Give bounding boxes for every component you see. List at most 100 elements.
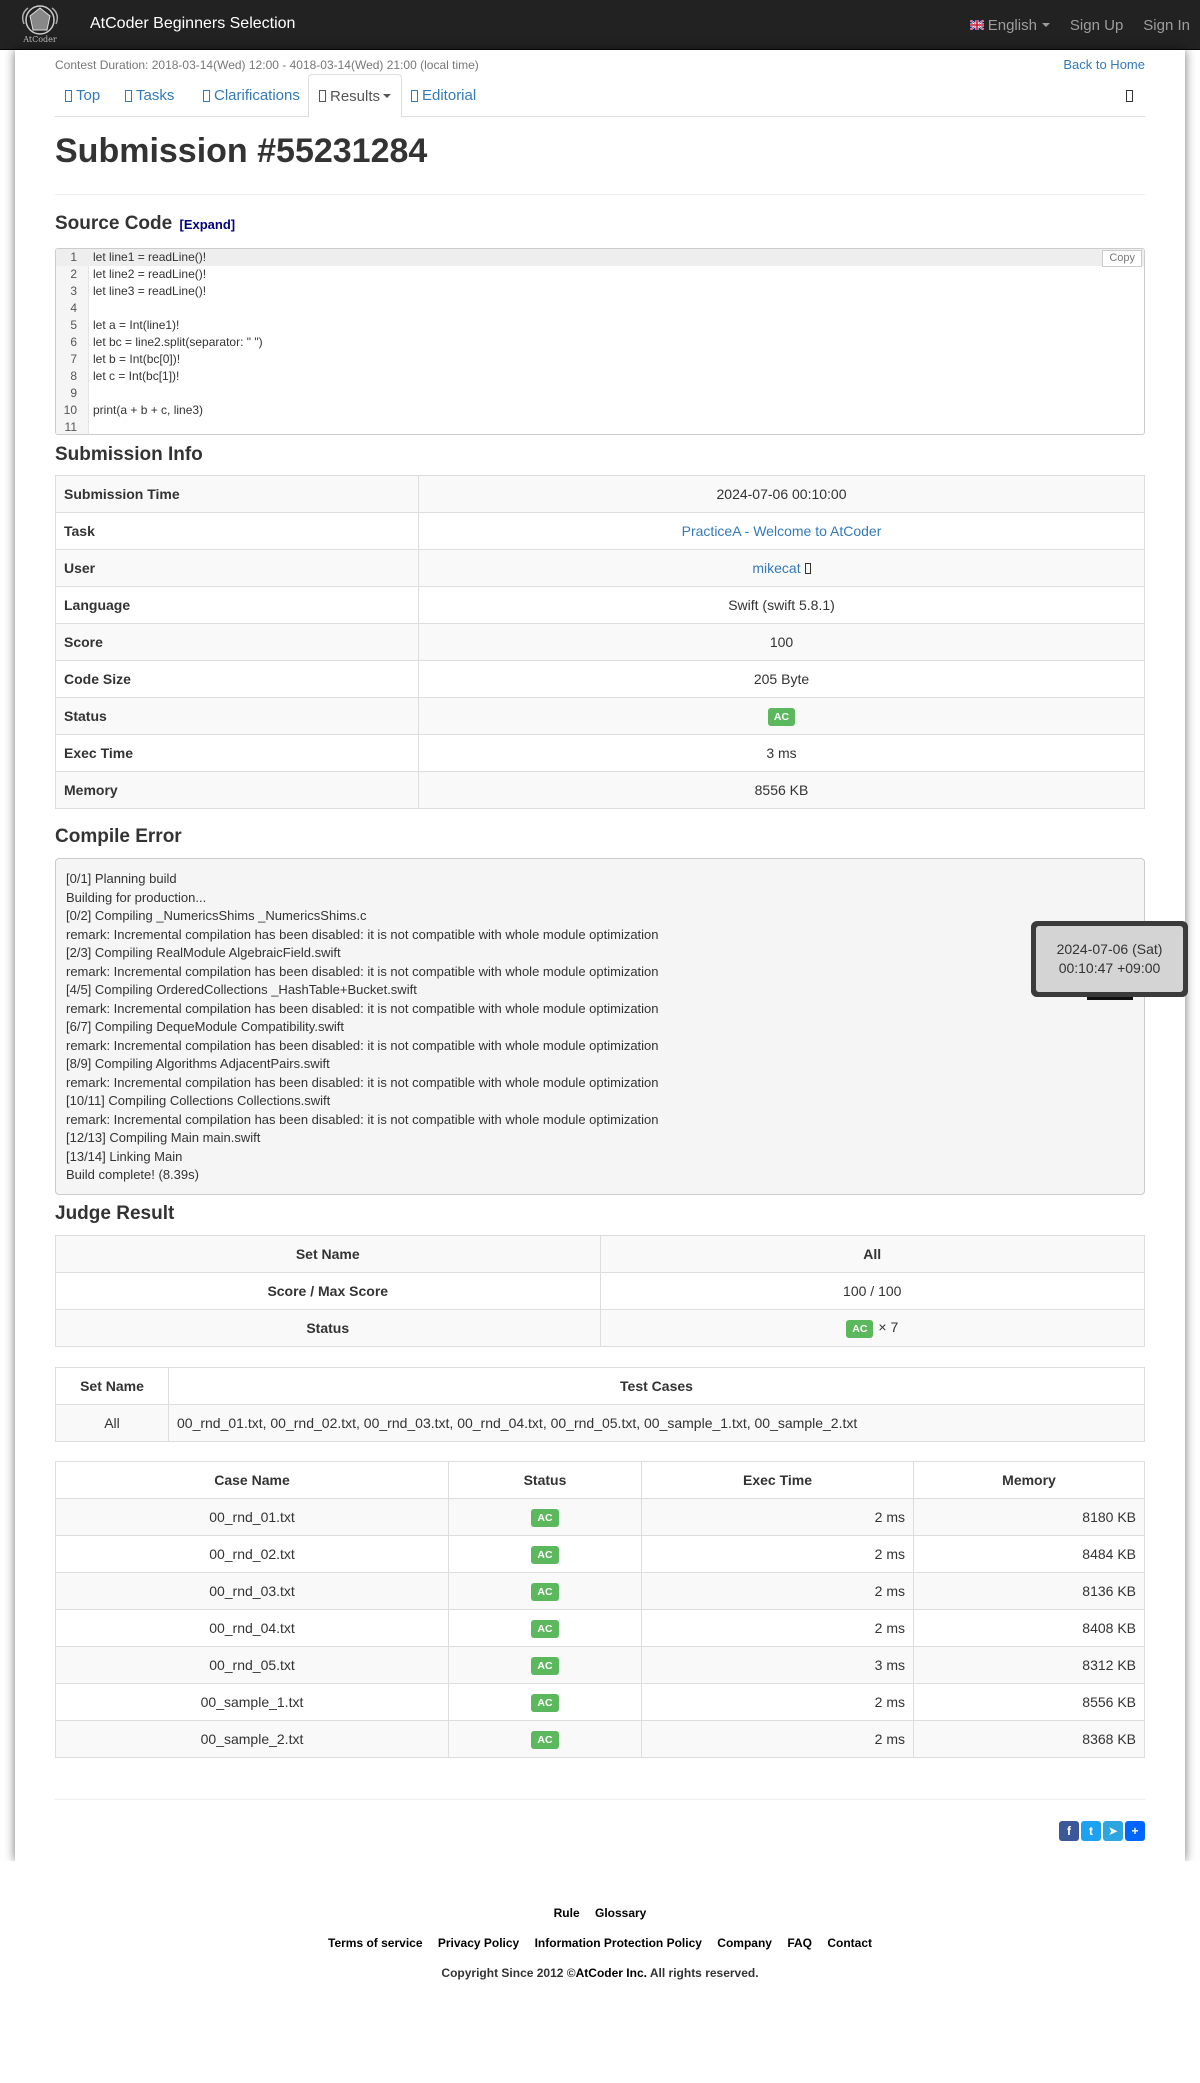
tab-results[interactable]: Results — [308, 74, 403, 118]
line-number: 2 — [70, 267, 77, 281]
language-dropdown[interactable]: English — [969, 17, 1050, 34]
case-status: AC — [448, 1646, 642, 1684]
tab-top[interactable]: Top — [55, 74, 110, 117]
case-status: AC — [448, 1609, 642, 1647]
case-status: AC — [448, 1535, 642, 1573]
judge-result-heading: Judge Result — [55, 1203, 175, 1224]
case-memory: 8484 KB — [913, 1535, 1145, 1573]
case-status: AC — [448, 1498, 642, 1536]
table-row: Exec Time 3 ms — [55, 734, 1145, 772]
tab-clarifications[interactable]: Clarifications — [193, 74, 310, 117]
task-link[interactable]: PracticeA - Welcome to AtCoder — [682, 523, 882, 539]
case-name: 00_rnd_03.txt — [55, 1572, 449, 1610]
copyright: Copyright Since 2012 ©AtCoder Inc. All r… — [0, 1966, 1200, 1980]
page-title: Submission #55231284 — [55, 132, 428, 170]
footer-link-glossary[interactable]: Glossary — [595, 1906, 646, 1920]
status-cell: AC × 7 — [599, 1309, 1145, 1347]
table-row: User mikecat — [55, 549, 1145, 587]
tab-editorial[interactable]: Editorial — [401, 74, 486, 117]
line-number: 11 — [64, 420, 77, 434]
column-header: Set Name — [55, 1367, 169, 1405]
footer-link-privacy[interactable]: Privacy Policy — [438, 1936, 519, 1950]
footer-link-company[interactable]: Company — [717, 1936, 772, 1950]
column-header: Exec Time — [641, 1461, 914, 1499]
status-badge: AC — [846, 1319, 874, 1338]
compile-line: [2/3] Compiling RealModule AlgebraicFiel… — [66, 945, 341, 960]
code-text: let c = Int(bc[1])! — [93, 369, 180, 383]
user-search-icon[interactable] — [804, 563, 811, 574]
compile-line: [12/13] Compiling Main main.swift — [66, 1130, 261, 1145]
set-name-cell: All — [55, 1404, 169, 1442]
share-buttons: f t ➤ + — [1057, 1821, 1145, 1841]
copyright-suffix: All rights reserved. — [646, 1966, 759, 1980]
table-header-row: Case Name Status Exec Time Memory — [55, 1461, 1145, 1499]
telegram-icon[interactable]: ➤ — [1103, 1821, 1123, 1841]
code-text: let bc = line2.split(separator: " ") — [93, 335, 263, 349]
tab-tasks[interactable]: Tasks — [115, 74, 184, 117]
share-plus-icon[interactable]: + — [1125, 1821, 1145, 1841]
info-label: Submission Time — [55, 475, 419, 513]
compile-line: Building for production... — [66, 889, 207, 905]
table-row: 00_rnd_04.txt AC 2 ms 8408 KB — [55, 1609, 1145, 1647]
footer: Rule Glossary Terms of service Privacy P… — [0, 1861, 1200, 2083]
line-number: 4 — [70, 301, 77, 315]
line-number: 6 — [70, 335, 77, 349]
compile-line: remark: Incremental compilation has been… — [66, 963, 659, 979]
code-line: 6 let bc = line2.split(separator: " ") — [56, 334, 1144, 351]
source-code-block[interactable]: 1 let line1 = readLine()! 2 let line2 = re… — [55, 248, 1145, 435]
info-label: Score — [55, 623, 419, 661]
contest-duration: Contest Duration: 2018-03-14(Wed) 12:00 … — [55, 58, 479, 72]
tab-tasks-label: Tasks — [136, 87, 175, 104]
case-exec-time: 2 ms — [641, 1572, 914, 1610]
table-row: Set Name All — [55, 1235, 1145, 1273]
copy-code-button[interactable]: Copy — [1102, 250, 1142, 267]
logo-text: AtCoder — [23, 35, 57, 44]
set-name-label: Set Name — [55, 1235, 601, 1273]
case-status: AC — [448, 1683, 642, 1721]
compile-line: remark: Incremental compilation has been… — [66, 926, 659, 942]
footer-link-contact[interactable]: Contact — [827, 1936, 872, 1950]
footer-link-terms[interactable]: Terms of service — [328, 1936, 423, 1950]
expand-code-link[interactable]: [Expand] — [179, 217, 235, 232]
case-exec-time: 2 ms — [641, 1535, 914, 1573]
tab-clarifications-label: Clarifications — [214, 87, 300, 104]
fullscreen-toggle-icon[interactable] — [1126, 90, 1133, 102]
compile-error-heading: Compile Error — [55, 826, 182, 847]
copyright-company-link[interactable]: AtCoder Inc. — [576, 1966, 647, 1980]
sign-in-link[interactable]: Sign In — [1143, 17, 1190, 34]
case-status: AC — [448, 1572, 642, 1610]
twitter-icon[interactable]: t — [1081, 1821, 1101, 1841]
column-header: Case Name — [55, 1461, 449, 1499]
code-text: let line2 = readLine()! — [93, 267, 207, 281]
case-memory: 8368 KB — [913, 1720, 1145, 1758]
info-label: Code Size — [55, 660, 419, 698]
line-number: 3 — [70, 284, 77, 298]
info-label: Language — [55, 586, 419, 624]
back-to-home-link[interactable]: Back to Home — [1063, 57, 1145, 72]
sign-up-link[interactable]: Sign Up — [1070, 17, 1123, 34]
footer-links-secondary: Terms of service Privacy Policy Informat… — [0, 1936, 1200, 1950]
table-header-row: Set Name Test Cases — [55, 1367, 1145, 1405]
contest-brand-link[interactable]: AtCoder Beginners Selection — [90, 15, 295, 33]
task-cell: PracticeA - Welcome to AtCoder — [418, 512, 1145, 550]
tasks-icon — [125, 89, 132, 102]
user-link[interactable]: mikecat — [752, 560, 800, 576]
status-badge: AC — [531, 1656, 559, 1675]
column-header: Memory — [913, 1461, 1145, 1499]
navbar: AtCoder AtCoder Beginners Selection Engl… — [0, 0, 1200, 50]
code-line: 7 let b = Int(bc[0])! — [56, 351, 1144, 368]
footer-link-faq[interactable]: FAQ — [787, 1936, 812, 1950]
facebook-icon[interactable]: f — [1059, 1821, 1079, 1841]
table-row: Status AC × 7 — [55, 1309, 1145, 1347]
divider — [55, 1799, 1145, 1800]
book-icon — [411, 89, 418, 102]
table-row: 00_rnd_01.txt AC 2 ms 8180 KB — [55, 1498, 1145, 1536]
table-row: Language Swift (swift 5.8.1) — [55, 586, 1145, 624]
logo-crest-icon — [21, 5, 59, 35]
column-header: Status — [448, 1461, 642, 1499]
footer-link-rule[interactable]: Rule — [554, 1906, 580, 1920]
atcoder-logo[interactable]: AtCoder — [14, 2, 66, 48]
source-code-heading: Source Code [Expand] — [55, 213, 235, 235]
code-text: let b = Int(bc[0])! — [93, 352, 181, 366]
footer-link-info-protection[interactable]: Information Protection Policy — [535, 1936, 702, 1950]
